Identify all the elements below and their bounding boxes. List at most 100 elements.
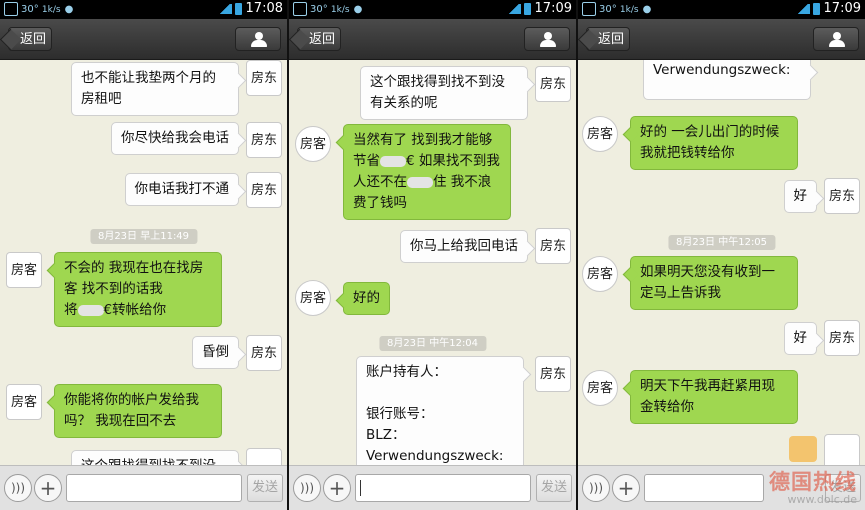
message-bubble[interactable]: 当然有了 找到我才能够 节省 € 如果找不到我 人还不在住 我不浪 费了钱吗	[343, 124, 511, 220]
voice-icon[interactable]: )))	[293, 474, 321, 502]
net-speed: 1k/s	[41, 5, 61, 15]
shield-icon	[4, 2, 18, 16]
status-bar: 30° 1k/s ● 17:09	[578, 0, 865, 19]
wechat-icon: ●	[64, 4, 74, 15]
message-bubble[interactable]: 你能将你的帐户发给我 吗？ 我现在回不去	[54, 384, 222, 438]
timestamp: 8月23日 早上11:49	[89, 229, 198, 244]
voice-icon[interactable]: )))	[4, 474, 32, 502]
avatar[interactable]: 房东	[824, 320, 860, 356]
plus-icon[interactable]: +	[323, 474, 351, 502]
avatar[interactable]: 房东	[246, 335, 282, 371]
avatar[interactable]: 房东	[535, 228, 571, 264]
back-label: 返回	[308, 32, 335, 47]
signal-icon	[217, 3, 232, 14]
avatar[interactable]: 房东	[824, 178, 860, 214]
watermark: 德国热线 www.dolc.de	[745, 466, 859, 506]
message-list[interactable]: 也不能让我垫两个月的 房租吧 房东 你尽快给我会电话 房东 你电话我打不通 房东…	[0, 60, 287, 466]
chat-screen-3: 30° 1k/s ● 17:09 返回 Verwendungszweck: 房客 …	[578, 0, 865, 510]
shield-icon	[293, 2, 307, 16]
message-input[interactable]	[66, 474, 242, 502]
timestamp: 8月23日 中午12:04	[378, 336, 487, 351]
clock: 17:09	[534, 1, 572, 16]
plus-icon[interactable]: +	[612, 474, 640, 502]
profile-button[interactable]	[235, 27, 281, 51]
avatar[interactable]	[824, 434, 860, 466]
send-button[interactable]: 发送	[536, 474, 572, 502]
timestamp: 8月23日 中午12:05	[667, 235, 776, 250]
redacted	[77, 304, 104, 316]
watermark-title: 德国热线	[769, 469, 857, 494]
avatar[interactable]: 房东	[535, 66, 571, 102]
signal-icon	[506, 3, 521, 14]
avatar[interactable]: 房客	[582, 116, 618, 152]
avatar[interactable]: 房客	[582, 256, 618, 292]
message-bubble[interactable]: 好的 一会儿出门的时候 我就把钱转给你	[630, 116, 798, 170]
profile-button[interactable]	[524, 27, 570, 51]
input-bar: ))) + 发送	[0, 465, 287, 510]
net-speed: 1k/s	[330, 5, 350, 15]
message-bubble[interactable]: 账户持有人： 银行账号： BLZ： Verwendungszweck:	[356, 356, 524, 466]
wechat-icon: ●	[642, 4, 652, 15]
temperature: 30°	[310, 4, 328, 15]
message-bubble[interactable]: 你尽快给我会电话	[111, 122, 239, 155]
back-button[interactable]: 返回	[297, 27, 341, 51]
message-list[interactable]: Verwendungszweck: 房客 好的 一会儿出门的时候 我就把钱转给你…	[578, 60, 865, 466]
signal-icon	[795, 3, 810, 14]
message-bubble[interactable]: 你马上给我回电话	[400, 230, 528, 263]
message-bubble[interactable]: 好	[783, 322, 817, 355]
nav-bar: 返回	[578, 19, 865, 60]
nav-bar: 返回	[0, 19, 287, 60]
person-icon	[255, 32, 263, 40]
message-input[interactable]	[355, 474, 531, 502]
message-bubble[interactable]: Verwendungszweck:	[643, 60, 811, 100]
message-bubble[interactable]: 你电话我打不通	[124, 173, 239, 206]
battery-icon	[523, 2, 531, 15]
temperature: 30°	[21, 4, 39, 15]
message-bubble[interactable]: 明天下午我再赶紧用现 金转给你	[630, 370, 798, 424]
message-bubble[interactable]: 如果明天您没有收到一 定马上告诉我	[630, 256, 798, 310]
shield-icon	[582, 2, 596, 16]
profile-button[interactable]	[813, 27, 859, 51]
battery-icon	[812, 2, 820, 15]
voice-icon[interactable]: )))	[582, 474, 610, 502]
avatar[interactable]: 房客	[6, 384, 42, 420]
back-label: 返回	[597, 32, 624, 47]
net-speed: 1k/s	[619, 5, 639, 15]
back-label: 返回	[19, 32, 46, 47]
wechat-icon: ●	[353, 4, 363, 15]
back-button[interactable]: 返回	[586, 27, 630, 51]
avatar[interactable]: 房客	[582, 370, 618, 406]
nav-bar: 返回	[289, 19, 576, 60]
battery-icon	[234, 2, 242, 15]
person-icon	[544, 32, 552, 40]
redacted	[380, 155, 406, 167]
avatar[interactable]: 房东	[535, 356, 571, 392]
message-list[interactable]: 这个跟找得到找不到没 有关系的呢 房东 房客 当然有了 找到我才能够 节省 € 如…	[289, 60, 576, 466]
status-bar: 30° 1k/s ● 17:08	[0, 0, 287, 19]
send-button[interactable]: 发送	[247, 474, 283, 502]
message-bubble[interactable]: 这个跟找得到找不到没 有关系的呢	[360, 66, 528, 120]
avatar[interactable]: 房东	[246, 122, 282, 158]
avatar[interactable]: 房东	[246, 60, 282, 96]
message-text: €转帐给你	[103, 302, 167, 318]
person-icon	[833, 32, 841, 40]
message-bubble[interactable]: 也不能让我垫两个月的 房租吧	[71, 62, 239, 116]
status-bar: 30° 1k/s ● 17:09	[289, 0, 576, 19]
redacted	[407, 176, 433, 188]
message-bubble[interactable]: 好的	[343, 282, 390, 315]
message-bubble[interactable]: 这个跟找得到找不到没	[71, 450, 239, 466]
avatar[interactable]: 房客	[295, 280, 331, 316]
avatar[interactable]: 房客	[295, 126, 331, 162]
message-bubble[interactable]: 昏倒	[192, 336, 239, 369]
back-button[interactable]: 返回	[8, 27, 52, 51]
chat-screen-1: 30° 1k/s ● 17:08 返回 也不能让我垫两个月的 房租吧 房东 你尽快…	[0, 0, 287, 510]
sticker-image[interactable]	[789, 436, 817, 462]
avatar[interactable]: 房客	[6, 252, 42, 288]
message-bubble[interactable]: 不会的 我现在也在找房 客 找不到的话我 将 €转帐给你	[54, 252, 222, 327]
message-bubble[interactable]: 好	[783, 180, 817, 213]
avatar[interactable]: 房东	[246, 172, 282, 208]
avatar[interactable]	[246, 448, 282, 466]
clock: 17:08	[245, 1, 283, 16]
text-cursor	[360, 480, 361, 496]
plus-icon[interactable]: +	[34, 474, 62, 502]
